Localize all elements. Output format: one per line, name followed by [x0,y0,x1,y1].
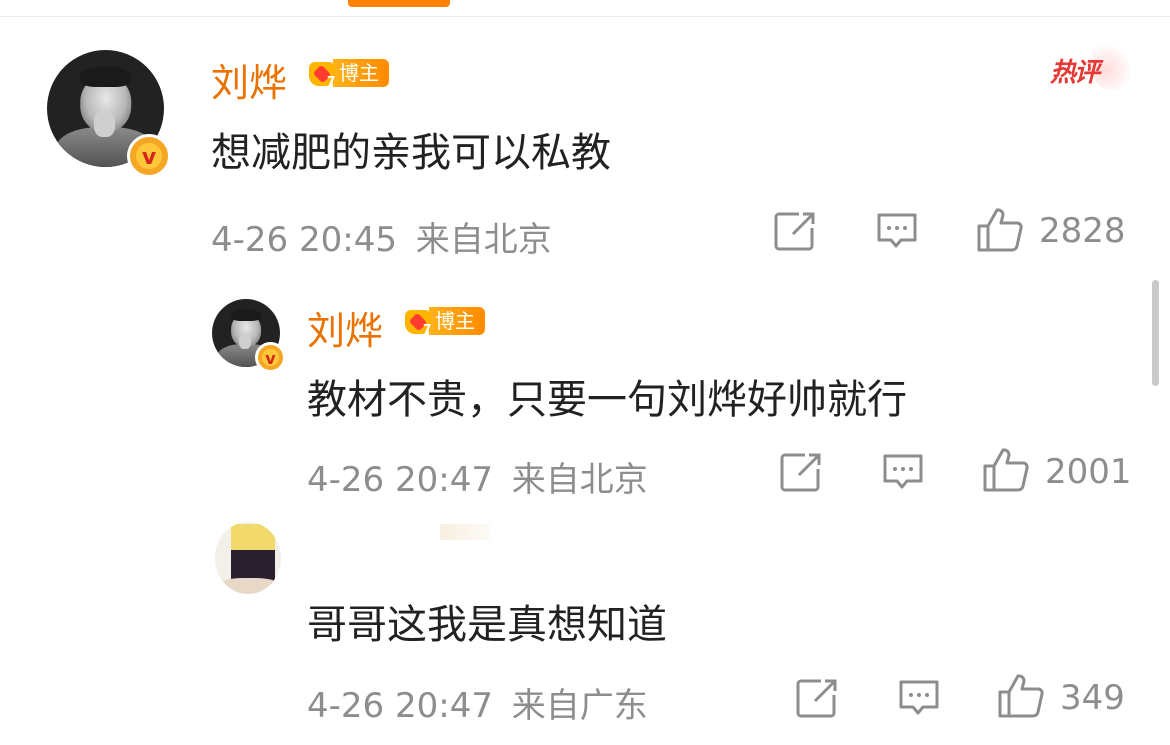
location: 来自北京 [511,460,648,500]
like-icon[interactable] [975,206,1025,254]
comment-icon[interactable] [875,210,919,252]
timestamp: 4-26 20:47 [307,460,493,500]
crown-icon: 7 [401,304,435,338]
username-redacted[interactable] [440,524,490,540]
location: 来自广东 [511,686,648,726]
location: 来自北京 [415,220,552,260]
share-icon[interactable] [773,210,817,252]
crown-icon: 7 [305,56,339,90]
comment-text: 想减肥的亲我可以私教 [211,130,611,176]
username[interactable]: 刘烨 [307,300,383,355]
verified-icon: v [127,134,171,178]
badge-label: 博主 [333,59,389,87]
username[interactable]: 刘烨 [211,52,287,107]
timestamp: 4-26 20:45 [211,220,397,260]
like-count: 2828 [1039,211,1126,251]
comment-meta: 4-26 20:47 来自北京 [307,452,648,501]
like-icon[interactable] [996,672,1046,720]
verified-icon: v [255,342,286,373]
avatar[interactable] [215,522,281,594]
top-tab-bar [0,0,1170,17]
like-count: 2001 [1045,452,1132,492]
comment-text: 哥哥这我是真想知道 [307,602,667,648]
comment-icon[interactable] [897,677,941,719]
like-icon[interactable] [981,446,1031,494]
timestamp: 4-26 20:47 [307,686,493,726]
blogger-badge: 7 博主 [401,304,485,338]
active-tab-indicator [348,0,450,7]
hot-comment-label: 热评 [1050,58,1100,88]
comment-meta: 4-26 20:47 来自广东 [307,678,648,727]
comment-text: 教材不贵，只要一句刘烨好帅就行 [307,377,907,423]
share-icon[interactable] [795,677,839,719]
blogger-badge: 7 博主 [305,56,389,90]
like-count: 349 [1060,678,1125,718]
comment-meta: 4-26 20:45 来自北京 [211,212,552,261]
share-icon[interactable] [779,451,823,493]
scrollbar[interactable] [1152,280,1159,386]
comment-icon[interactable] [881,451,925,493]
badge-label: 博主 [429,307,485,335]
